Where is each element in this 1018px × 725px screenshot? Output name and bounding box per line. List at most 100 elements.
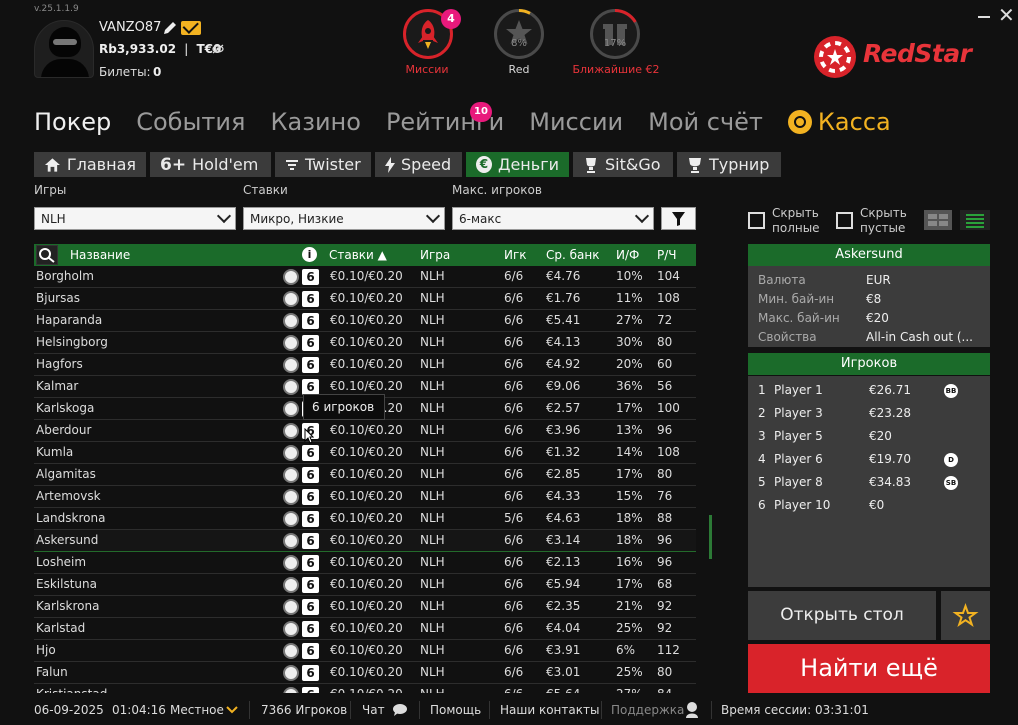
tab-sitgo[interactable]: Sit&Go xyxy=(573,152,673,177)
chat-link[interactable]: Чат xyxy=(362,703,385,717)
tab-speed[interactable]: Speed xyxy=(375,152,462,177)
cell-avg-pot: €1.76 xyxy=(546,291,581,305)
divider xyxy=(489,701,490,719)
table-row[interactable]: Landskrona €0.10/€0.20 NLH 5/6 €4.63 18% 88 6 xyxy=(34,508,696,530)
table-row[interactable]: Kumla €0.10/€0.20 NLH 6/6 €1.32 14% 108 6 xyxy=(34,442,696,464)
search-icon[interactable] xyxy=(36,245,58,265)
stakes-filter-label: Ставки xyxy=(243,183,288,197)
table-row[interactable]: Karlstad €0.10/€0.20 NLH 6/6 €4.04 25% 92 6 xyxy=(34,618,696,640)
column-vpf[interactable]: И/Ф xyxy=(616,248,639,262)
table-row[interactable]: Helsingborg €0.10/€0.20 NLH 6/6 €4.13 30% 80 6 xyxy=(34,332,696,354)
tab-money[interactable]: € Деньги xyxy=(466,152,569,177)
seats-badge[interactable]: 6 xyxy=(302,313,319,329)
cell-players: 6/6 xyxy=(504,357,524,371)
close-button[interactable]: ✕ xyxy=(998,5,1015,25)
contacts-link[interactable]: Наши контакты xyxy=(500,703,599,717)
nav-missions[interactable]: Миссии xyxy=(529,108,623,136)
seats-badge[interactable]: 6 xyxy=(302,445,319,461)
tab-twister[interactable]: Twister xyxy=(275,152,371,177)
mail-icon[interactable] xyxy=(181,21,201,35)
seats-badge[interactable]: 6 xyxy=(302,621,319,637)
table-row[interactable]: Bjursas €0.10/€0.20 NLH 6/6 €1.76 11% 108 6 xyxy=(34,288,696,310)
table-row[interactable]: Haparanda €0.10/€0.20 NLH 6/6 €5.41 27% 72 6 xyxy=(34,310,696,332)
table-row[interactable]: Aberdour €0.10/€0.20 NLH 6/6 €3.96 13% 96 6 xyxy=(34,420,696,442)
table-row[interactable]: Losheim €0.10/€0.20 NLH 6/6 €2.13 16% 96 6 xyxy=(34,552,696,574)
nav-poker[interactable]: Покер xyxy=(34,108,111,136)
seats-badge[interactable]: 6 xyxy=(302,335,319,351)
grid-view-button[interactable] xyxy=(924,210,952,230)
edit-pencil-icon[interactable] xyxy=(162,20,178,36)
table-row[interactable]: Borgholm €0.10/€0.20 NLH 6/6 €4.76 10% 104 6 xyxy=(34,266,696,288)
nav-events[interactable]: События xyxy=(136,108,245,136)
hide-full-checkbox[interactable] xyxy=(748,212,765,229)
support-link[interactable]: Поддержка xyxy=(611,703,684,717)
hide-empty-checkbox[interactable] xyxy=(836,212,853,229)
column-name[interactable]: Название xyxy=(70,248,130,262)
column-avg-pot[interactable]: Ср. банк xyxy=(546,248,599,262)
table-row[interactable]: Karlskrona €0.10/€0.20 NLH 6/6 €2.35 21% 92 6 xyxy=(34,596,696,618)
cell-game: NLH xyxy=(420,665,445,679)
favorite-button[interactable] xyxy=(941,591,990,640)
games-select[interactable]: NLH xyxy=(34,207,236,230)
column-game[interactable]: Игра xyxy=(420,248,450,262)
table-row[interactable]: Hjo €0.10/€0.20 NLH 6/6 €3.91 6% 112 6 xyxy=(34,640,696,662)
poker-chip-icon xyxy=(283,379,299,395)
seats-badge[interactable]: 6 xyxy=(302,533,319,549)
seats-badge[interactable]: 6 xyxy=(302,665,319,681)
cell-game: NLH xyxy=(420,599,445,613)
nav-casino[interactable]: Казино xyxy=(270,108,360,136)
nearest-progress-arc xyxy=(614,9,637,23)
list-view-button[interactable] xyxy=(960,210,990,230)
tab-holdem[interactable]: 6+ Hold'em xyxy=(150,152,271,177)
hide-balance-eye-icon[interactable] xyxy=(212,44,224,54)
table-row[interactable]: Hagfors €0.10/€0.20 NLH 6/6 €4.92 20% 60 6 xyxy=(34,354,696,376)
seats-badge[interactable]: 6 xyxy=(302,577,319,593)
nav-my-account[interactable]: Мой счёт xyxy=(648,108,763,136)
hide-empty-label: Скрыть пустые xyxy=(860,206,907,235)
cell-players: 6/6 xyxy=(504,269,524,283)
table-row[interactable]: Eskilstuna €0.10/€0.20 NLH 6/6 €5.94 17% 68 6 xyxy=(34,574,696,596)
missions-label[interactable]: Миссии xyxy=(403,63,451,76)
max-players-select[interactable]: 6-макс xyxy=(452,207,654,230)
table-row[interactable]: Kristianstad €0.10/€0.20 NLH 6/6 €5.64 27% 84 6 xyxy=(34,684,696,693)
seats-badge[interactable]: 6 xyxy=(302,643,319,659)
seats-badge[interactable]: 6 xyxy=(302,511,319,527)
chevron-down-icon[interactable] xyxy=(226,705,238,715)
seats-badge[interactable]: 6 xyxy=(302,291,319,307)
table-row[interactable]: Askersund €0.10/€0.20 NLH 6/6 €3.14 18% 96 6 xyxy=(34,530,696,552)
support-headset-icon[interactable] xyxy=(683,700,701,720)
column-hands-per-hour[interactable]: Р/Ч xyxy=(657,248,677,262)
chat-bubble-icon[interactable] xyxy=(392,703,408,716)
scrollbar[interactable] xyxy=(709,515,712,559)
filter-button[interactable] xyxy=(661,207,696,230)
seats-badge[interactable]: 6 xyxy=(302,357,319,373)
column-players[interactable]: Игк xyxy=(504,248,527,262)
table-row[interactable]: Artemovsk €0.10/€0.20 NLH 6/6 €4.33 15% 76 6 xyxy=(34,486,696,508)
poker-chip-icon xyxy=(283,643,299,659)
cell-avg-pot: €3.14 xyxy=(546,533,581,547)
player-name: Player 8 xyxy=(774,475,823,489)
minimize-button[interactable] xyxy=(978,16,990,18)
open-table-button[interactable]: Открыть стол xyxy=(748,591,936,640)
seats-badge[interactable]: 6 xyxy=(302,269,319,285)
tab-home[interactable]: Главная xyxy=(34,152,146,177)
table-row[interactable]: Algamitas €0.10/€0.20 NLH 6/6 €2.85 17% 80 6 xyxy=(34,464,696,486)
table-row[interactable]: Falun €0.10/€0.20 NLH 6/6 €3.01 25% 80 6 xyxy=(34,662,696,684)
poker-chip-icon xyxy=(283,401,299,417)
help-link[interactable]: Помощь xyxy=(430,703,481,717)
cell-name: Borgholm xyxy=(36,269,94,283)
seats-badge[interactable]: 6 xyxy=(302,489,319,505)
tab-tournament[interactable]: Турнир xyxy=(677,152,781,177)
avatar[interactable] xyxy=(34,20,94,78)
seats-badge[interactable]: 6 xyxy=(302,687,319,693)
seats-badge[interactable]: 6 xyxy=(302,555,319,571)
seats-badge[interactable]: 6 xyxy=(302,599,319,615)
seats-badge[interactable]: 6 xyxy=(302,467,319,483)
stakes-select[interactable]: Микро, Низкие xyxy=(243,207,445,230)
nav-cashier[interactable]: Касса xyxy=(787,108,891,136)
info-icon[interactable]: i xyxy=(302,247,317,262)
seats-badge[interactable]: 6 xyxy=(302,379,319,395)
column-stakes[interactable]: Ставки ▲ xyxy=(329,248,387,262)
find-more-button[interactable]: Найти ещё xyxy=(748,644,990,693)
timezone-select[interactable]: Местное xyxy=(170,703,224,717)
